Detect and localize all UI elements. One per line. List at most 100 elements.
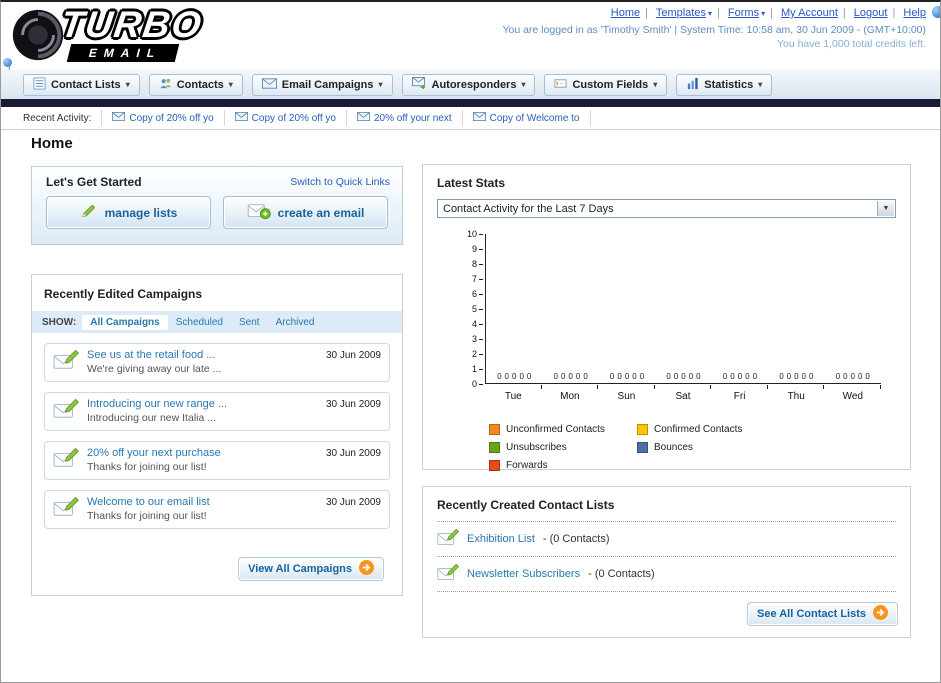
chart-value-group: 00000: [722, 372, 758, 381]
recent-activity-link[interactable]: Copy of Welcome to: [490, 113, 580, 124]
chart-x-label: Sat: [675, 391, 691, 402]
latest-stats-panel: Latest Stats Contact Activity for the La…: [422, 164, 911, 471]
campaign-date: 30 Jun 2009: [325, 448, 381, 459]
logo-brand-text: TURBO: [58, 4, 206, 45]
legend-swatch: [489, 424, 500, 435]
contact-list-count: - (0 Contacts): [542, 533, 610, 545]
legend-swatch: [489, 460, 500, 471]
edit-list-icon: [437, 528, 460, 550]
chevron-down-icon: ▾: [707, 9, 712, 18]
recent-campaigns-panel: Recently Edited Campaigns SHOW: All Camp…: [31, 274, 403, 596]
contact-list-item: Newsletter Subscribers - (0 Contacts): [423, 557, 910, 591]
campaign-date: 30 Jun 2009: [325, 350, 381, 361]
separator: |: [716, 7, 720, 19]
tab-all-campaigns[interactable]: All Campaigns: [82, 314, 168, 330]
email-icon: [472, 112, 486, 124]
chart-value-group: 00000: [553, 372, 588, 381]
nav-tab-custom-fields[interactable]: Custom Fields ▾: [544, 73, 668, 96]
campaign-list-item: Introducing our new range ... Introducin…: [44, 392, 390, 431]
contacts-icon: [159, 77, 172, 93]
edit-campaign-icon: [53, 496, 79, 523]
campaign-date: 30 Jun 2009: [325, 497, 381, 508]
chevron-down-icon: ▾: [653, 80, 658, 89]
campaign-subtitle: Introducing our new Italia ...: [87, 412, 216, 424]
separator: |: [645, 7, 648, 19]
contact-list-item: Exhibition List - (0 Contacts): [423, 522, 910, 556]
chart-x-label: Fri: [733, 391, 746, 402]
chevron-down-icon: ▾: [125, 80, 130, 89]
email-icon: [356, 112, 370, 124]
switch-quick-links-link[interactable]: Switch to Quick Links: [290, 176, 390, 188]
campaign-title-link[interactable]: See us at the retail food ...: [87, 349, 221, 361]
view-all-campaigns-button[interactable]: View All Campaigns: [238, 557, 384, 581]
campaign-subtitle: We're giving away our late ...: [87, 363, 222, 375]
chart-plot: 00000 00000 00000 00000 00000 00000 00000: [485, 234, 881, 384]
separator: |: [770, 7, 773, 19]
chart-value-group: 00000: [779, 372, 814, 381]
chart-value-group: 00000: [609, 372, 645, 381]
pencil-icon: [80, 203, 98, 222]
get-started-title: Let's Get Started: [46, 175, 142, 189]
logo-sub-text: EMAIL: [66, 44, 180, 62]
chevron-down-icon: ▾: [758, 80, 763, 89]
campaign-title-link[interactable]: Welcome to our email list: [87, 496, 210, 508]
chart-value-group: 00000: [497, 372, 532, 381]
campaign-title-link[interactable]: 20% off your next purchase: [87, 447, 221, 459]
select-arrow-icon: ▼: [877, 201, 894, 216]
nav-tab-email-campaigns[interactable]: Email Campaigns ▾: [251, 73, 393, 96]
chevron-down-icon: ▾: [521, 80, 526, 89]
nav-tab-statistics[interactable]: Statistics ▾: [676, 73, 773, 96]
recent-activity-link[interactable]: Copy of 20% off yo: [129, 113, 213, 124]
see-all-contact-lists-button[interactable]: See All Contact Lists: [746, 602, 898, 626]
nav-tab-contact-lists[interactable]: Contact Lists ▾: [23, 73, 140, 96]
legend-swatch: [489, 442, 500, 453]
nav-tab-contacts[interactable]: Contacts ▾: [148, 73, 243, 96]
chevron-down-icon: ▾: [228, 80, 233, 89]
top-link-home[interactable]: Home: [611, 7, 640, 19]
tab-archived[interactable]: Archived: [268, 315, 323, 330]
contact-lists-panel-title: Recently Created Contact Lists: [437, 498, 615, 512]
edit-campaign-icon: [53, 398, 79, 425]
top-nav: Home | Templates ▾ | Forms ▾ | My Account | Lo…: [502, 7, 926, 19]
chart-x-ticks: [485, 385, 882, 389]
email-icon: [234, 112, 248, 124]
chart-x-label: Tue: [504, 391, 522, 402]
top-link-templates[interactable]: Templates ▾: [656, 7, 712, 19]
tab-scheduled[interactable]: Scheduled: [168, 315, 231, 330]
top-link-logout[interactable]: Logout: [854, 7, 888, 19]
top-link-my-account[interactable]: My Account: [781, 7, 838, 19]
stats-panel-title: Latest Stats: [437, 176, 506, 190]
chart-x-label: Sun: [617, 391, 636, 402]
statistics-icon: [686, 77, 699, 93]
separator: |: [892, 7, 896, 19]
nav-tab-autoresponders[interactable]: Autoresponders ▾: [401, 73, 536, 96]
contact-list-link[interactable]: Exhibition List: [467, 533, 535, 545]
stats-period-select[interactable]: Contact Activity for the Last 7 Days ▼: [437, 199, 896, 218]
create-email-button[interactable]: create an email: [223, 196, 388, 229]
legend-item: Unconfirmed Contacts: [489, 424, 637, 435]
recent-activity-link[interactable]: Copy of 20% off yo: [252, 113, 336, 124]
top-link-forms[interactable]: Forms ▾: [728, 7, 765, 19]
manage-lists-button[interactable]: manage lists: [46, 196, 211, 229]
recent-activity-link[interactable]: 20% off your next: [374, 113, 452, 124]
arrow-right-icon: [873, 605, 888, 623]
top-link-help[interactable]: Help: [903, 7, 926, 19]
decor-dot-left: [3, 58, 12, 67]
chart-value-group: 00000: [835, 372, 870, 381]
campaign-list-item: See us at the retail food ... We're givi…: [44, 343, 390, 382]
contact-list-link[interactable]: Newsletter Subscribers: [467, 568, 580, 580]
tab-sent[interactable]: Sent: [231, 315, 268, 330]
legend-swatch: [637, 424, 648, 435]
custom-fields-icon: [554, 77, 568, 93]
recent-contact-lists-panel: Recently Created Contact Lists Exhibitio…: [422, 486, 911, 638]
campaigns-panel-title: Recently Edited Campaigns: [44, 287, 203, 301]
app-window: TURBO EMAIL Home | Templates ▾ | Forms ▾ | My…: [0, 0, 941, 683]
chevron-down-icon: ▾: [761, 9, 766, 18]
chart-y-axis: 0 1 2 3 4 5 6 7 8 9 10: [461, 229, 483, 389]
campaign-title-link[interactable]: Introducing our new range ...: [87, 398, 227, 410]
campaign-subtitle: Thanks for joining our list!: [87, 461, 207, 473]
header-right: Home | Templates ▾ | Forms ▾ | My Account | Lo…: [502, 7, 926, 50]
legend-swatch: [637, 442, 648, 453]
chart-x-labels: Tue Mon Sun Sat Fri Thu Wed: [485, 391, 881, 402]
campaign-list-item: Welcome to our email list Thanks for joi…: [44, 490, 390, 529]
